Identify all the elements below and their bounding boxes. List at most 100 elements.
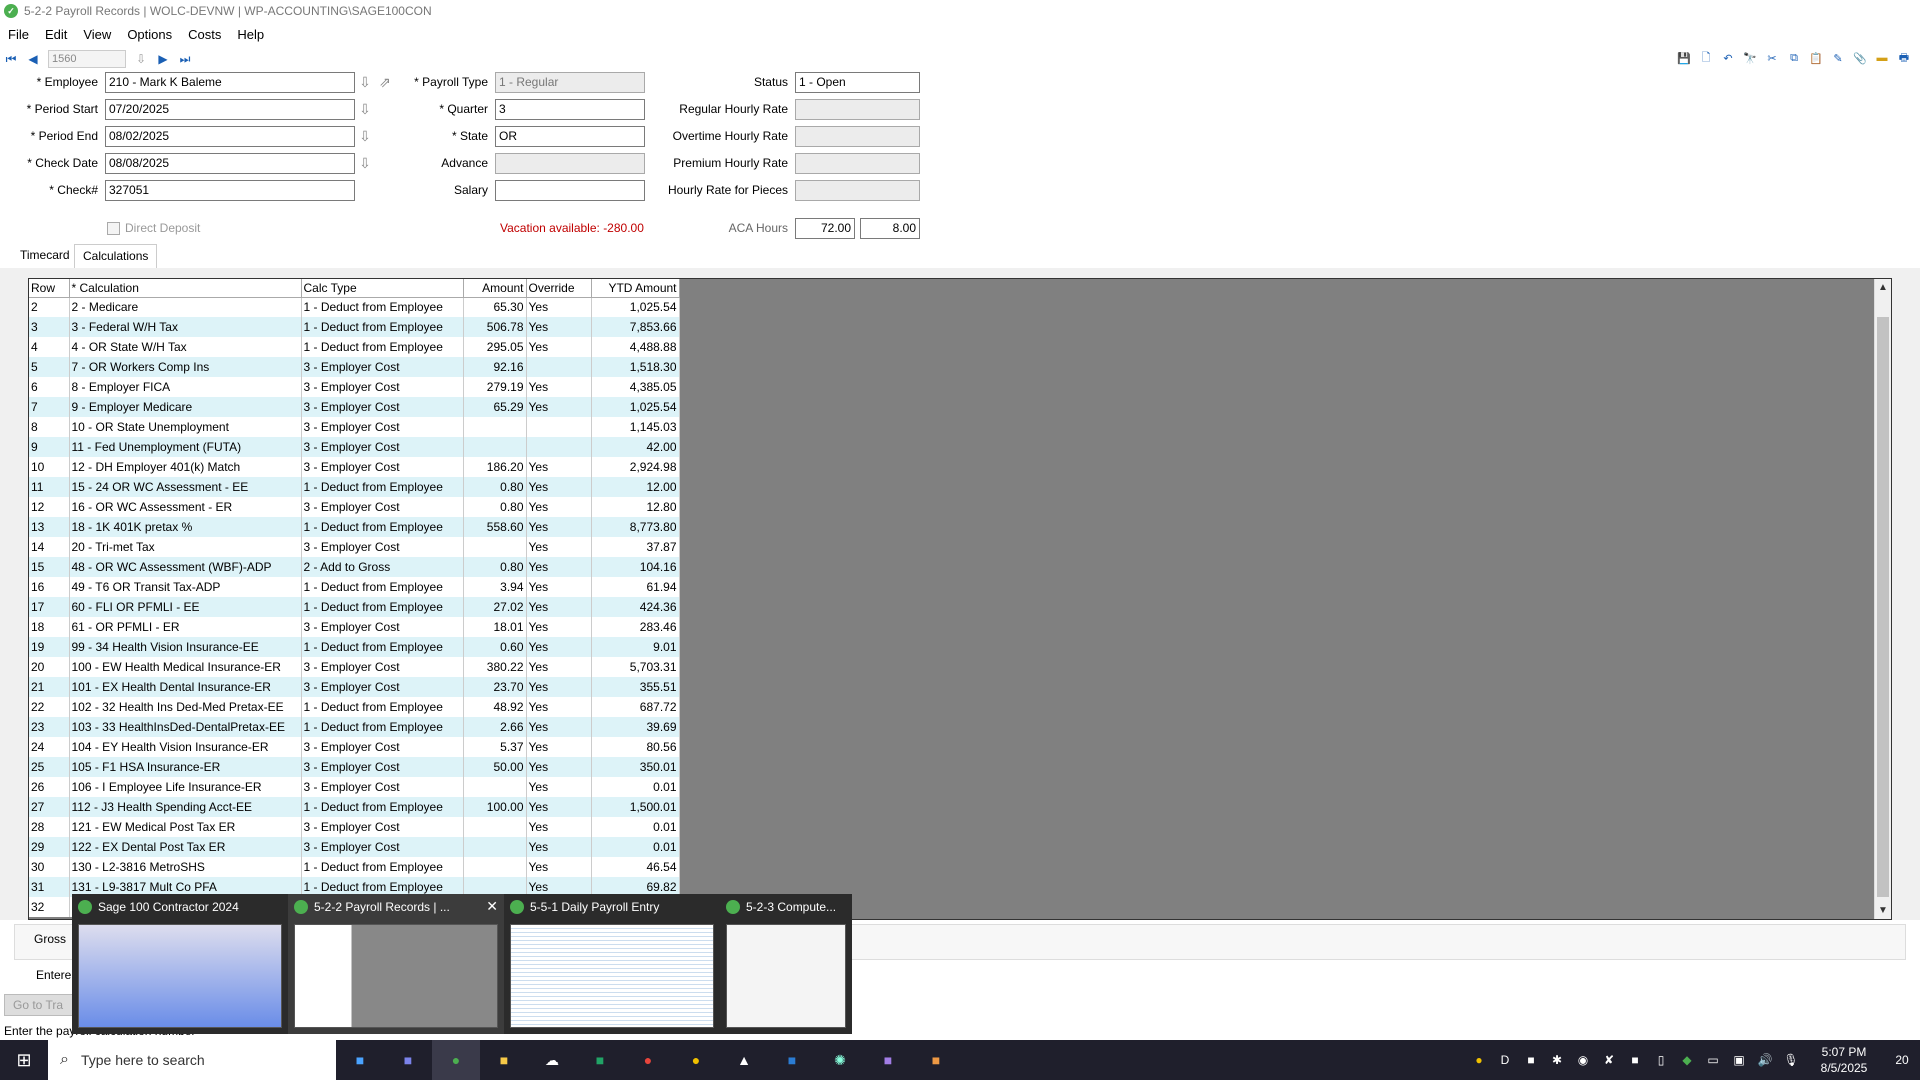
- override-cell[interactable]: Yes: [526, 337, 592, 357]
- calculation-cell[interactable]: 100 - EW Health Medical Insurance-ER: [69, 657, 302, 677]
- amount-cell[interactable]: 65.30: [463, 297, 527, 317]
- table-row[interactable]: 13 18 - 1K 401K pretax % 1 - Deduct from E…: [29, 517, 680, 537]
- calculation-cell[interactable]: 10 - OR State Unemployment: [69, 417, 302, 437]
- folder-icon[interactable]: ▬: [1874, 50, 1890, 66]
- amount-cell[interactable]: 186.20: [463, 457, 527, 477]
- close-icon[interactable]: ✕: [486, 898, 498, 915]
- preview-sage-main[interactable]: Sage 100 Contractor 2024: [72, 894, 288, 1034]
- ytd-amount-cell[interactable]: 424.36: [591, 597, 680, 617]
- employee-lookup-icon[interactable]: ⇩: [357, 73, 373, 91]
- calc-type-cell[interactable]: 2 - Add to Gross: [301, 557, 464, 577]
- calculation-cell[interactable]: 104 - EY Health Vision Insurance-ER: [69, 737, 302, 757]
- calc-type-cell[interactable]: 3 - Employer Cost: [301, 457, 464, 477]
- amount-cell[interactable]: 27.02: [463, 597, 527, 617]
- direct-deposit-checkbox[interactable]: [107, 222, 120, 235]
- calc-type-cell[interactable]: 1 - Deduct from Employee: [301, 517, 464, 537]
- amount-cell[interactable]: [463, 857, 527, 877]
- tray-app3-icon[interactable]: ◉: [1570, 1053, 1596, 1067]
- override-cell[interactable]: Yes: [526, 697, 592, 717]
- chatgpt-icon[interactable]: ✺: [816, 1040, 864, 1080]
- amount-cell[interactable]: 0.60: [463, 637, 527, 657]
- ytd-amount-cell[interactable]: 12.80: [591, 497, 680, 517]
- col-ytd-header[interactable]: YTD Amount: [591, 279, 680, 298]
- amount-cell[interactable]: 0.80: [463, 477, 527, 497]
- calc-type-cell[interactable]: 1 - Deduct from Employee: [301, 797, 464, 817]
- override-cell[interactable]: Yes: [526, 497, 592, 517]
- table-row[interactable]: 21 101 - EX Health Dental Insurance-ER 3 -…: [29, 677, 680, 697]
- row-number-cell[interactable]: 27: [29, 797, 70, 817]
- tray-usb-icon[interactable]: ▯: [1648, 1053, 1674, 1067]
- row-number-cell[interactable]: 4: [29, 337, 70, 357]
- calculation-cell[interactable]: 122 - EX Dental Post Tax ER: [69, 837, 302, 857]
- calc-type-cell[interactable]: 3 - Employer Cost: [301, 677, 464, 697]
- amount-cell[interactable]: [463, 437, 527, 457]
- row-number-cell[interactable]: 3: [29, 317, 70, 337]
- calculation-cell[interactable]: 20 - Tri-met Tax: [69, 537, 302, 557]
- salary-field[interactable]: [495, 180, 645, 201]
- ytd-amount-cell[interactable]: 8,773.80: [591, 517, 680, 537]
- row-number-cell[interactable]: 8: [29, 417, 70, 437]
- override-cell[interactable]: Yes: [526, 757, 592, 777]
- table-row[interactable]: 33 - Federal W/H Tax 1 - Deduct from Empl…: [29, 317, 680, 337]
- chrome-icon[interactable]: ●: [624, 1040, 672, 1080]
- tray-network-icon[interactable]: ▣: [1726, 1053, 1752, 1067]
- override-cell[interactable]: Yes: [526, 797, 592, 817]
- row-number-cell[interactable]: 25: [29, 757, 70, 777]
- ytd-amount-cell[interactable]: 0.01: [591, 817, 680, 837]
- table-row[interactable]: 19 99 - 34 Health Vision Insurance-EE 1 - …: [29, 637, 680, 657]
- windows-start-icon[interactable]: ⊞: [0, 1040, 48, 1080]
- preview-compute[interactable]: 5-2-3 Compute...: [720, 894, 852, 1034]
- amount-cell[interactable]: 92.16: [463, 357, 527, 377]
- calculation-cell[interactable]: 60 - FLI OR PFMLI - EE: [69, 597, 302, 617]
- amount-cell[interactable]: [463, 817, 527, 837]
- table-row[interactable]: 20 100 - EW Health Medical Insurance-ER 3 …: [29, 657, 680, 677]
- row-number-cell[interactable]: 2: [29, 297, 70, 317]
- table-row[interactable]: 9 11 - Fed Unemployment (FUTA) 3 - Employe…: [29, 437, 680, 457]
- prev-record-icon[interactable]: ◀: [24, 50, 42, 68]
- row-number-cell[interactable]: 11: [29, 477, 70, 497]
- ytd-amount-cell[interactable]: 1,500.01: [591, 797, 680, 817]
- app-icon[interactable]: ●: [672, 1040, 720, 1080]
- col-calculation-header[interactable]: * Calculation: [69, 279, 302, 298]
- ytd-amount-cell[interactable]: 283.46: [591, 617, 680, 637]
- ytd-amount-cell[interactable]: 7,853.66: [591, 317, 680, 337]
- table-row[interactable]: 79 - Employer Medicare 3 - Employer Cost 6…: [29, 397, 680, 417]
- ytd-amount-cell[interactable]: 1,025.54: [591, 297, 680, 317]
- override-cell[interactable]: Yes: [526, 397, 592, 417]
- overtime-rate-field[interactable]: [795, 126, 920, 147]
- paste-icon[interactable]: 📋: [1808, 50, 1824, 66]
- calc-type-cell[interactable]: 1 - Deduct from Employee: [301, 577, 464, 597]
- row-number-cell[interactable]: 7: [29, 397, 70, 417]
- acrobat-icon[interactable]: ▲: [720, 1040, 768, 1080]
- ytd-amount-cell[interactable]: 12.00: [591, 477, 680, 497]
- override-cell[interactable]: Yes: [526, 717, 592, 737]
- table-row[interactable]: 23 103 - 33 HealthInsDed-DentalPretax-EE 1…: [29, 717, 680, 737]
- calculation-cell[interactable]: 4 - OR State W/H Tax: [69, 337, 302, 357]
- ytd-amount-cell[interactable]: 9.01: [591, 637, 680, 657]
- override-cell[interactable]: Yes: [526, 617, 592, 637]
- calculation-cell[interactable]: 102 - 32 Health Ins Ded-Med Pretax-EE: [69, 697, 302, 717]
- payroll-type-select[interactable]: 1 - Regular: [495, 72, 645, 93]
- file-explorer-icon[interactable]: ■: [480, 1040, 528, 1080]
- override-cell[interactable]: [526, 437, 592, 457]
- row-number-cell[interactable]: 32: [29, 897, 70, 917]
- menu-edit[interactable]: Edit: [37, 27, 75, 42]
- ytd-amount-cell[interactable]: 0.01: [591, 837, 680, 857]
- cut-icon[interactable]: ✂: [1764, 50, 1780, 66]
- row-number-cell[interactable]: 15: [29, 557, 70, 577]
- calc-type-cell[interactable]: 3 - Employer Cost: [301, 437, 464, 457]
- tray-security-icon[interactable]: ◆: [1674, 1053, 1700, 1067]
- period-start-lookup-icon[interactable]: ⇩: [357, 100, 373, 118]
- calculation-cell[interactable]: 15 - 24 OR WC Assessment - EE: [69, 477, 302, 497]
- word-icon[interactable]: ■: [768, 1040, 816, 1080]
- amount-cell[interactable]: 18.01: [463, 617, 527, 637]
- ytd-amount-cell[interactable]: 104.16: [591, 557, 680, 577]
- ytd-amount-cell[interactable]: 46.54: [591, 857, 680, 877]
- calculation-cell[interactable]: 12 - DH Employer 401(k) Match: [69, 457, 302, 477]
- calculation-cell[interactable]: 18 - 1K 401K pretax %: [69, 517, 302, 537]
- tray-app-icon[interactable]: ●: [1466, 1053, 1492, 1067]
- override-cell[interactable]: Yes: [526, 657, 592, 677]
- amount-cell[interactable]: [463, 837, 527, 857]
- ytd-amount-cell[interactable]: 4,488.88: [591, 337, 680, 357]
- calc-type-cell[interactable]: 3 - Employer Cost: [301, 617, 464, 637]
